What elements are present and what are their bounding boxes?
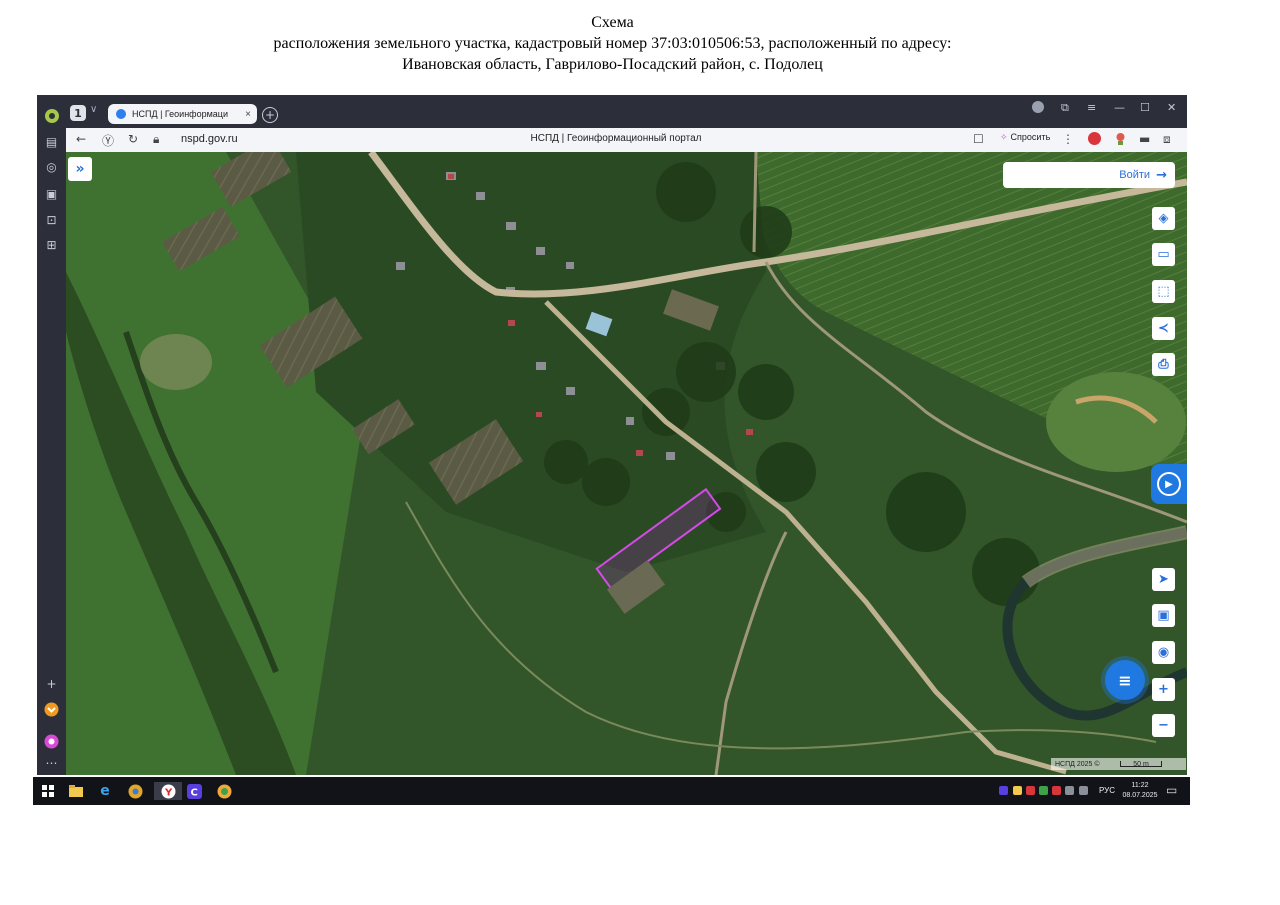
ask-label: Спросить [1010,132,1051,142]
media-icon[interactable]: ◎ [43,158,60,175]
orange-app-icon[interactable] [43,701,60,718]
browser-screenshot: ▤ ◎ ▣ ⊡ ⊞ + ⋯ 1 ∨ НСПД | Геоинформаци × … [37,95,1187,775]
screenshot-icon[interactable]: ⊡ [43,211,60,228]
language-indicator[interactable]: РУС [1099,786,1115,795]
tab-bar: 1 ∨ НСПД | Геоинформаци × + ⧉ ≡ — ☐ ✕ [66,95,1187,128]
ruler-icon[interactable]: ▭ [1152,243,1175,266]
tray-c-icon[interactable] [999,786,1008,795]
minimap-icon[interactable]: ▣ [1152,604,1175,627]
svg-text:C: C [190,787,197,798]
tray-volume-icon[interactable] [1079,786,1088,795]
tab-close-icon[interactable]: × [245,109,251,120]
chat-icon: ≡ [1118,670,1132,690]
extensions-icon[interactable]: ⧈ [1163,132,1171,147]
select-area-icon[interactable]: ⬚ [1152,280,1175,303]
tray-app-2-icon[interactable] [1039,786,1048,795]
scale-label: 50 m [1120,761,1162,768]
more-icon[interactable]: ⋯ [43,754,60,771]
tray-app-3-icon[interactable] [1052,786,1061,795]
ask-button[interactable]: ✧ Спросить [1000,132,1050,143]
yandex-browser-icon[interactable]: Y [154,782,182,800]
yandex-icon[interactable]: Ⓨ [102,132,114,149]
tab-count-badge[interactable]: 1 [70,105,86,121]
login-button[interactable]: Войти → [1003,162,1175,188]
file-explorer-icon[interactable] [67,782,85,800]
page-title: НСПД | Геоинформационный портал [530,133,702,144]
sparkle-icon: ✧ [1000,132,1008,142]
expand-panel-button[interactable]: » [68,157,92,181]
tab-title: НСПД | Геоинформаци [132,109,228,119]
login-icon: → [1156,167,1167,183]
tray-app-icon[interactable] [1026,786,1035,795]
menu-icon[interactable]: ≡ [1087,101,1096,114]
login-label: Войти [1119,169,1151,181]
zoom-out-button[interactable]: − [1152,714,1175,737]
pin-icon[interactable]: ◉ [1152,641,1175,664]
chrome-icon[interactable] [126,782,144,800]
layers-icon[interactable]: ◈ [1152,207,1175,230]
adblock-icon[interactable] [1088,132,1101,148]
notifications-icon[interactable]: ▭ [1166,783,1177,797]
tab-number-icon[interactable]: ▣ [43,185,60,202]
add-panel-icon[interactable]: + [43,675,60,692]
more-vertical-icon[interactable]: ⋮ [1062,132,1074,146]
map-view[interactable]: » Войти → ◈ ▭ ⬚ ≺ ⎙ ▶ ➤ ▣ ◉ ≡ + − НСПД 2… [66,152,1187,775]
extension-icon[interactable] [1114,132,1127,148]
system-clock[interactable]: 11:22 08.07.2025 [1120,781,1160,801]
extension-2-icon[interactable]: ▬ [1139,132,1150,146]
tray-warning-icon[interactable] [1013,786,1022,795]
doc-address: Ивановская область, Гаврилово-Посадский … [402,56,823,73]
back-icon[interactable]: ← [76,132,86,146]
browser-sidebar: ▤ ◎ ▣ ⊡ ⊞ + ⋯ [37,95,66,775]
services-icon: ▶ [1157,472,1181,496]
share-icon[interactable]: ≺ [1152,317,1175,340]
tab-nspd[interactable]: НСПД | Геоинформаци × [108,104,257,124]
alice-icon[interactable] [43,733,60,750]
clock-date: 08.07.2025 [1122,792,1158,799]
site-favicon-icon [116,109,126,119]
doc-title: Схема [591,14,634,31]
windows-start-icon[interactable] [39,782,57,800]
chevron-down-icon[interactable]: ∨ [90,104,97,115]
clock-time: 11:22 [1131,782,1149,789]
maximize-button[interactable]: ☐ [1140,101,1150,114]
document-header: Схема расположения земельного участка, к… [0,12,1225,75]
c-app-icon[interactable]: C [185,782,203,800]
bookmark-icon[interactable]: ☐ [973,132,984,146]
edge-icon[interactable]: e [96,782,114,800]
locate-icon[interactable]: ➤ [1152,568,1175,591]
tray-network-icon[interactable] [1065,786,1074,795]
minimize-button[interactable]: — [1114,101,1125,114]
scale-bar: НСПД 2025 © 50 m [1051,758,1186,770]
profile-icon[interactable] [1032,101,1044,116]
bookmarks-icon[interactable]: ⧉ [1061,101,1069,115]
address-bar: ← Ⓨ ↻ 🔒︎ nspd.gov.ru НСПД | Геоинформаци… [66,128,1187,153]
reload-icon[interactable]: ↻ [128,132,138,146]
windows-taskbar: e Y C РУС 11:22 08.07.2025 ▭ [33,777,1190,805]
url-input[interactable]: nspd.gov.ru [181,133,238,145]
browser-logo-icon[interactable] [43,107,60,124]
print-icon[interactable]: ⎙ [1152,353,1175,376]
map-copyright: НСПД 2025 © [1055,760,1100,768]
apps-grid-icon[interactable]: ⊞ [43,236,60,253]
app-icon[interactable] [215,782,233,800]
doc-subtitle: расположения земельного участка, кадастр… [273,35,952,52]
lock-icon: 🔒︎ [153,132,160,146]
collections-icon[interactable]: ▤ [43,133,60,150]
close-window-button[interactable]: ✕ [1167,101,1176,114]
svg-text:Y: Y [164,787,173,798]
chat-button[interactable]: ≡ [1105,660,1145,700]
services-panel-tab[interactable]: ▶ [1151,464,1187,504]
new-tab-button[interactable]: + [262,107,278,123]
satellite-map[interactable] [66,152,1187,775]
zoom-in-button[interactable]: + [1152,678,1175,701]
